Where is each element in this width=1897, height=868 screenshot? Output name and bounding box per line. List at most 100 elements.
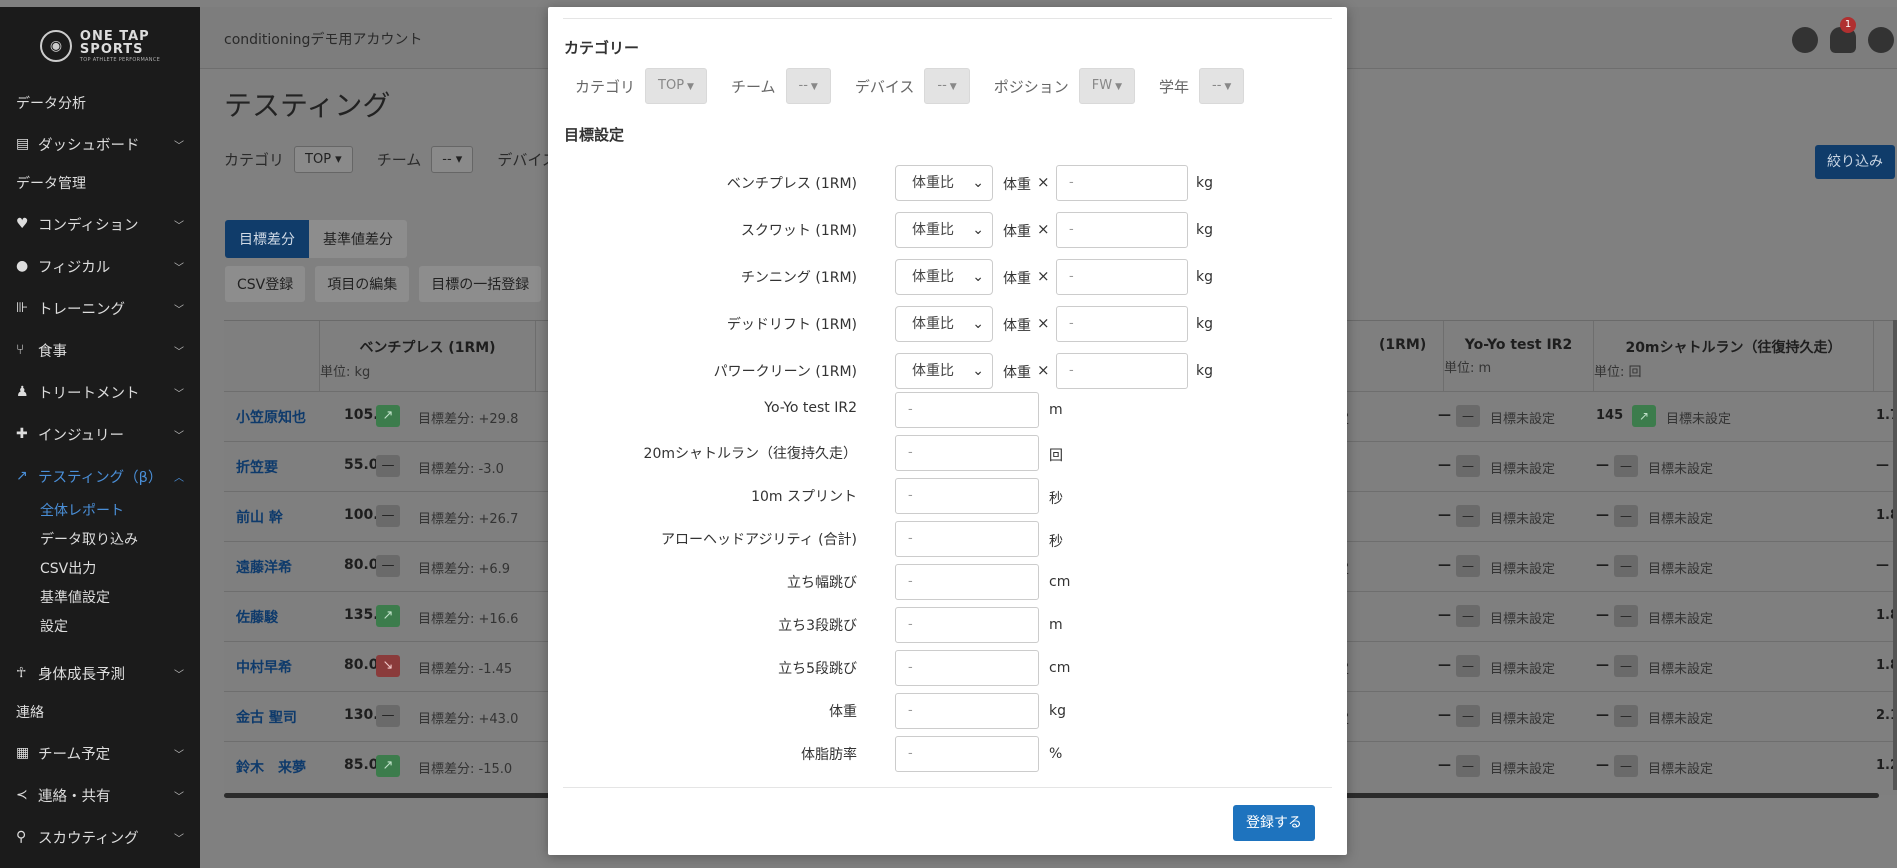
sidebar: ◉ ONE TAP SPORTS TOP ATHLETE PERFORMANCE… xyxy=(0,7,200,868)
chevron-down-icon: ⌄ xyxy=(972,222,984,238)
ratio-type-select[interactable]: 体重比 ⌄ xyxy=(895,212,993,248)
brand-logo[interactable]: ◉ ONE TAP SPORTS TOP ATHLETE PERFORMANCE xyxy=(0,7,200,85)
athlete-name-link[interactable]: 鈴木 来夢 xyxy=(236,757,306,777)
sidebar-item-label: チーム予定 xyxy=(38,746,111,763)
chevron-down-icon: ﹀ xyxy=(174,669,184,681)
position-dropdown[interactable]: FW ▼ xyxy=(1078,68,1135,104)
vertical-scrollbar[interactable] xyxy=(1893,320,1897,790)
device-dropdown[interactable]: -- ▼ xyxy=(924,68,970,104)
narrow-down-button[interactable]: 絞り込み xyxy=(1815,145,1895,179)
ratio-value-input[interactable]: - xyxy=(1056,306,1188,342)
grade-dropdown[interactable]: -- ▼ xyxy=(1199,68,1245,104)
sidebar-item-testing[interactable]: ↗ テスティング（β） ︿ xyxy=(0,455,200,497)
sidebar-item-condition[interactable]: ♥ コンディション ﹀ xyxy=(0,203,200,245)
brand-line2: SPORTS xyxy=(79,41,144,57)
field-label: 立ち3段跳び xyxy=(778,618,857,634)
chevron-down-icon: ﹀ xyxy=(174,833,184,845)
unit-label: cm xyxy=(1049,574,1071,590)
sidebar-item-treatment[interactable]: ♟ トリートメント ﹀ xyxy=(0,371,200,413)
athlete-name-link[interactable]: 金古 聖司 xyxy=(236,707,297,727)
sidebar-item-meal[interactable]: ⑂ 食事 ﹀ xyxy=(0,329,200,371)
nav-section-data-management: データ管理 xyxy=(16,176,86,192)
target-value-input[interactable]: - xyxy=(895,478,1039,514)
target-value-input[interactable]: - xyxy=(895,607,1039,643)
athlete-name-link[interactable]: 中村早希 xyxy=(236,657,292,677)
modal-footer-divider xyxy=(563,787,1332,788)
athlete-name-link[interactable]: 遠藤洋希 xyxy=(236,557,292,577)
target-value-input[interactable]: - xyxy=(895,521,1039,557)
sidebar-item-injury[interactable]: ✚ インジュリー ﹀ xyxy=(0,413,200,455)
athlete-name-link[interactable]: 前山 幹 xyxy=(236,507,283,527)
trend-flat-icon: — xyxy=(1614,505,1638,527)
unset-text: 目標未設定 xyxy=(1490,712,1556,727)
athlete-name-link[interactable]: 佐藤駿 xyxy=(236,607,278,627)
ratio-type-select[interactable]: 体重比 ⌄ xyxy=(895,165,993,201)
trend-up-icon: ↗ xyxy=(376,755,400,777)
unset-text: 目標未設定 xyxy=(1490,612,1556,627)
ratio-type-select[interactable]: 体重比 ⌄ xyxy=(895,306,993,342)
athlete-name-link[interactable]: 小笠原知也 xyxy=(236,407,306,427)
chat-icon[interactable] xyxy=(1792,27,1818,53)
ratio-value-input[interactable]: - xyxy=(1056,259,1188,295)
unit-label: 秒 xyxy=(1049,491,1063,507)
account-name[interactable]: conditioningデモ用アカウント xyxy=(224,29,422,49)
shuttle-value: — xyxy=(1596,458,1609,473)
nav-section-analysis: データ分析 xyxy=(16,96,86,112)
shuttle-value: — xyxy=(1596,708,1609,723)
baseline-diff-tab[interactable]: 基準値差分 xyxy=(309,220,407,258)
sidebar-subitem-settings[interactable]: 設定 xyxy=(0,613,200,642)
ratio-value-input[interactable]: - xyxy=(1056,212,1188,248)
body-weight-label: 体重 xyxy=(1003,271,1031,287)
trend-flat-icon: — xyxy=(1456,405,1480,427)
target-value-input[interactable]: - xyxy=(895,736,1039,772)
user-circle-icon: ● xyxy=(16,258,29,274)
sidebar-item-physical[interactable]: ● フィジカル ﹀ xyxy=(0,245,200,287)
bulk-target-button[interactable]: 目標の一括登録 xyxy=(419,266,542,302)
sidebar-item-training[interactable]: ⊪ トレーニング ﹀ xyxy=(0,287,200,329)
target-value-input[interactable]: - xyxy=(895,564,1039,600)
category-dropdown[interactable]: TOP ▼ xyxy=(645,68,707,104)
sidebar-item-share[interactable]: ≺ 連絡・共有 ﹀ xyxy=(0,774,200,816)
target-value-input[interactable]: - xyxy=(895,435,1039,471)
target-value-input[interactable]: - xyxy=(895,650,1039,686)
sidebar-subitem-overall-report[interactable]: 全体レポート xyxy=(0,497,200,526)
unit-label: m xyxy=(1049,617,1063,633)
target-section-title: 目標設定 xyxy=(564,126,625,144)
utensils-icon: ⑂ xyxy=(16,342,25,358)
unset-text: 目標未設定 xyxy=(1648,762,1714,777)
field-label: 立ち幅跳び xyxy=(787,575,857,591)
sidebar-item-dashboard[interactable]: ▤ ダッシュボード ﹀ xyxy=(0,123,200,165)
filter-category-dropdown[interactable]: TOP ▾ xyxy=(294,146,353,173)
ratio-type-select[interactable]: 体重比 ⌄ xyxy=(895,259,993,295)
ratio-type-select[interactable]: 体重比 ⌄ xyxy=(895,353,993,389)
sidebar-item-growth-prediction[interactable]: ☥ 身体成長予測 ﹀ xyxy=(0,652,200,694)
sidebar-item-label: フィジカル xyxy=(38,259,111,276)
sidebar-item-scouting[interactable]: ⚲ スカウティング ﹀ xyxy=(0,816,200,858)
yoyo-value: — xyxy=(1438,508,1451,523)
sidebar-subitem-csv-export[interactable]: CSV出力 xyxy=(0,555,200,584)
trend-flat-icon: — xyxy=(1614,755,1638,777)
sidebar-item-team-schedule[interactable]: ▦ チーム予定 ﹀ xyxy=(0,732,200,774)
ratio-value-input[interactable]: - xyxy=(1056,353,1188,389)
team-dropdown[interactable]: -- ▼ xyxy=(785,68,831,104)
csv-register-button[interactable]: CSV登録 xyxy=(225,266,306,302)
field-label: Yo-Yo test IR2 xyxy=(764,400,857,416)
field-label: チンニング (1RM) xyxy=(740,270,857,286)
sidebar-subitem-baseline-settings[interactable]: 基準値設定 xyxy=(0,584,200,613)
multiply-icon: × xyxy=(1037,314,1050,332)
filter-team-dropdown[interactable]: -- ▾ xyxy=(431,146,474,173)
register-button[interactable]: 登録する xyxy=(1233,805,1315,841)
user-avatar-icon[interactable] xyxy=(1868,27,1894,53)
field-label: 体脂肪率 xyxy=(801,747,857,763)
target-diff-tab[interactable]: 目標差分 xyxy=(225,220,309,258)
edit-items-button[interactable]: 項目の編集 xyxy=(315,266,410,302)
target-value-input[interactable]: - xyxy=(895,693,1039,729)
athlete-name-link[interactable]: 折笠要 xyxy=(236,457,278,477)
unset-text: 目標未設定 xyxy=(1490,562,1556,577)
sidebar-subitem-data-import[interactable]: データ取り込み xyxy=(0,526,200,555)
target-value-input[interactable]: - xyxy=(895,392,1039,428)
trend-flat-icon: — xyxy=(1456,655,1480,677)
ratio-value-input[interactable]: - xyxy=(1056,165,1188,201)
unit-label: 秒 xyxy=(1049,534,1063,550)
bench-value: 80.0 xyxy=(344,557,379,573)
